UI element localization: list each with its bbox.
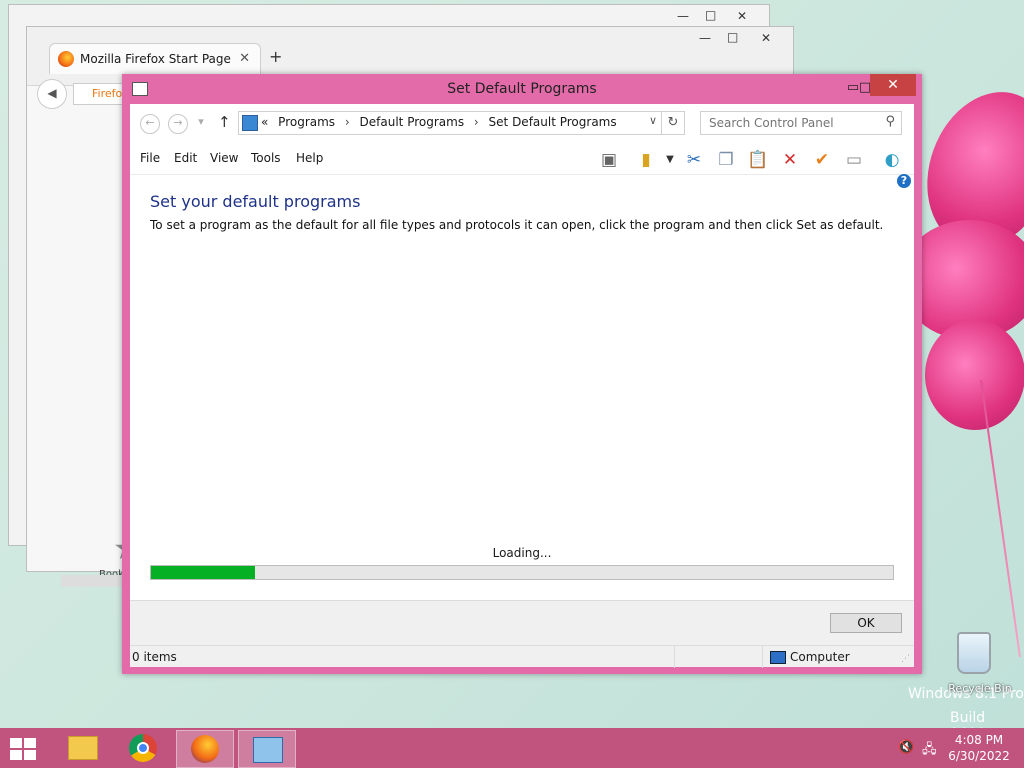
status-item-count: 0 items (132, 650, 177, 664)
address-bar[interactable]: « Programs › Default Programs › Set Defa… (238, 111, 662, 135)
tab-title: Mozilla Firefox Start Page (80, 52, 231, 66)
windows-logo-pane (10, 738, 22, 748)
set-default-programs-window[interactable]: Set Default Programs ▭ □ ✕ ← → ▾ ↑ « Pro… (122, 74, 922, 674)
maximize-icon[interactable]: □ (727, 30, 738, 44)
status-location: Computer (770, 650, 850, 664)
refresh-icon[interactable]: ↻ (662, 111, 685, 135)
close-icon[interactable]: ✕ (761, 31, 771, 45)
chevron-down-icon[interactable]: ▼ (658, 148, 682, 172)
folder-icon (68, 736, 98, 760)
menu-tools[interactable]: Tools (251, 151, 281, 165)
dialog-footer: OK 0 items Computer ⋰ (130, 600, 914, 668)
resize-grip-icon[interactable]: ⋰ (901, 654, 910, 664)
globe-icon[interactable]: ◐ (880, 148, 904, 172)
address-row: ← → ▾ ↑ « Programs › Default Programs › … (130, 104, 914, 142)
copy-icon[interactable]: ❐ (714, 148, 738, 172)
layout-pane-icon[interactable]: ▣ (597, 148, 621, 172)
close-button[interactable]: ✕ (870, 74, 916, 96)
breadcrumb-programs[interactable]: Programs (278, 115, 335, 129)
breadcrumb-separator: › (344, 115, 350, 129)
recycle-bin-icon[interactable] (954, 632, 994, 676)
folder-properties-icon[interactable]: ▮ (634, 148, 658, 172)
volume-muted-icon[interactable]: 🔇 (898, 740, 914, 755)
back-button[interactable]: ◀ (37, 79, 67, 109)
minimize-icon[interactable]: — (699, 31, 711, 45)
forward-button[interactable]: → (168, 114, 188, 134)
menu-edit[interactable]: Edit (174, 151, 197, 165)
back-button[interactable]: ← (140, 114, 160, 134)
recycle-bin-graphic (957, 632, 991, 674)
close-icon[interactable]: ✕ (737, 9, 747, 23)
new-tab-button[interactable]: + (269, 47, 282, 66)
menu-toolbar-row: File Edit View Tools Help ▣ ▮ ▼ ✂ ❐ 📋 ✕ … (130, 142, 914, 175)
chevron-down-icon[interactable]: ∨ (649, 114, 657, 127)
system-clock[interactable]: 4:08 PM 6/30/2022 (946, 732, 1012, 764)
maximize-icon[interactable]: □ (705, 8, 716, 22)
status-divider (762, 646, 763, 668)
status-location-label: Computer (790, 650, 850, 664)
breadcrumb-set-default-programs[interactable]: Set Default Programs (489, 115, 617, 129)
search-box[interactable]: ⚲ (700, 111, 902, 135)
computer-icon (770, 651, 786, 664)
progress-fill (151, 566, 255, 579)
breadcrumb-default-programs[interactable]: Default Programs (360, 115, 465, 129)
dialog-client-area: ← → ▾ ↑ « Programs › Default Programs › … (130, 104, 914, 668)
breadcrumb: « Programs › Default Programs › Set Defa… (261, 115, 623, 129)
window-title: Set Default Programs (447, 81, 597, 97)
recycle-bin-label[interactable]: Recycle Bin (940, 682, 1020, 695)
menu-help[interactable]: Help (296, 151, 323, 165)
clock-date: 6/30/2022 (948, 749, 1010, 763)
clock-time: 4:08 PM (954, 733, 1004, 747)
chrome-icon (129, 734, 157, 762)
taskbar-control-panel[interactable] (238, 730, 296, 768)
tab-firefox-start[interactable]: Mozilla Firefox Start Page ✕ (49, 43, 261, 74)
windows-logo-pane (24, 738, 36, 748)
page-title: Set your default programs (150, 192, 361, 211)
checkmark-icon[interactable]: ✔ (810, 148, 834, 172)
windows-logo-pane (24, 750, 36, 760)
taskbar-firefox[interactable] (176, 730, 234, 768)
taskbar-chrome[interactable] (115, 730, 171, 766)
firefox-icon (191, 735, 219, 763)
help-icon[interactable]: ? (897, 174, 911, 188)
loading-text: Loading... (492, 546, 552, 560)
status-bar: 0 items Computer ⋰ (130, 645, 914, 668)
paste-icon[interactable]: 📋 (746, 148, 770, 172)
taskbar-file-explorer[interactable] (54, 730, 110, 766)
control-panel-icon (242, 115, 258, 131)
control-panel-icon (253, 737, 283, 763)
firefox-icon (58, 51, 74, 67)
status-divider (674, 646, 675, 668)
taskbar: 🔇 🖧 4:08 PM 6/30/2022 (0, 728, 1024, 768)
rename-icon[interactable]: ▭ (842, 148, 866, 172)
windows-logo-pane (10, 750, 22, 760)
search-icon[interactable]: ⚲ (885, 114, 895, 129)
search-input[interactable] (707, 112, 871, 134)
minimize-icon[interactable]: — (677, 9, 689, 23)
breadcrumb-overflow[interactable]: « (261, 115, 268, 129)
delete-icon[interactable]: ✕ (778, 148, 802, 172)
wallpaper-petal (925, 320, 1024, 430)
progress-bar (150, 565, 894, 580)
menu-view[interactable]: View (210, 151, 238, 165)
cut-icon[interactable]: ✂ (682, 148, 706, 172)
network-icon[interactable]: 🖧 (922, 740, 937, 762)
menu-file[interactable]: File (140, 151, 160, 165)
tab-close-icon[interactable]: ✕ (239, 51, 250, 66)
ok-button[interactable]: OK (830, 613, 902, 633)
start-button[interactable] (10, 738, 38, 760)
recent-locations-icon[interactable]: ▾ (192, 114, 210, 132)
up-arrow-icon[interactable]: ↑ (218, 113, 231, 131)
page-description: To set a program as the default for all … (150, 218, 884, 232)
breadcrumb-separator: › (473, 115, 479, 129)
